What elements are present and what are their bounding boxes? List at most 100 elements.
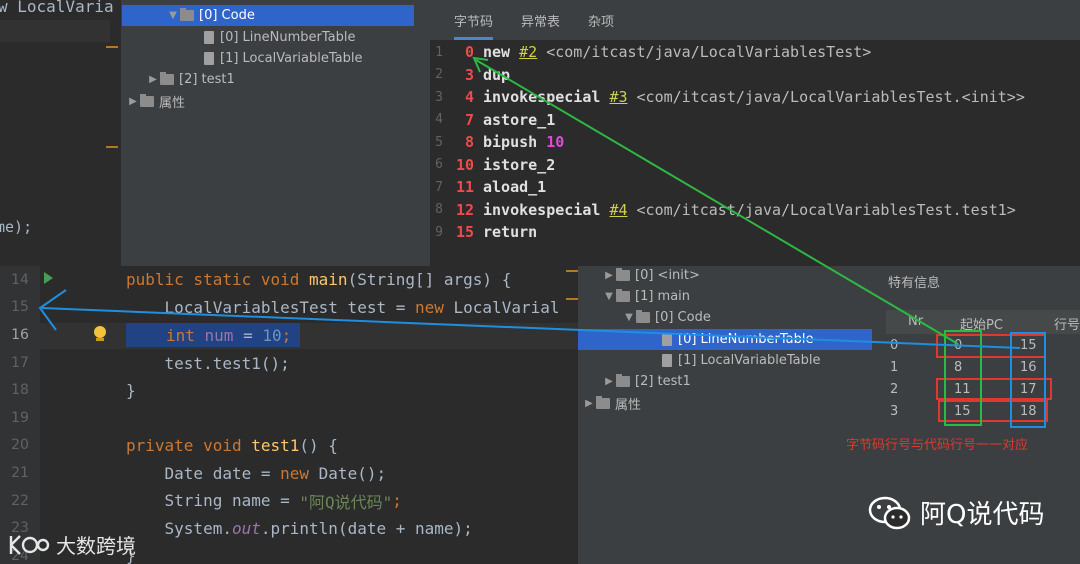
chevron-right-icon[interactable]: ▶ (146, 74, 160, 85)
bytecode-opcode: astore_1 (483, 110, 556, 129)
tree-item-init[interactable]: ▶ [0] <init> (602, 265, 700, 285)
bytecode-line-number: 9 (435, 224, 443, 240)
code-line-21: Date date = new Date(); (126, 464, 387, 484)
chevron-down-icon[interactable]: ▼ (166, 10, 180, 21)
tree-item-label: [2] test1 (635, 373, 691, 389)
table-cell-nr: 0 (890, 338, 899, 353)
current-line-highlight (0, 20, 110, 42)
bytecode-line: 4 7 astore_1 (430, 109, 555, 131)
tree-item-line-number-table[interactable]: [0] LineNumberTable (578, 329, 872, 350)
bytecode-line: 7 11 aload_1 (430, 176, 546, 198)
bytecode-pc: 3 (464, 65, 474, 84)
column-header-line[interactable]: 行号 (1054, 314, 1080, 333)
bytecode-line-number: 1 (435, 44, 443, 60)
bytecode-opcode: return (483, 223, 538, 241)
change-marker (566, 298, 578, 300)
file-icon (662, 333, 672, 346)
class-structure-tree-bottom: ▶ [0] <init> ▼ [1] main ▼ [0] Code [0] Line… (578, 266, 886, 564)
bytecode-tabs: 字节码 异常表 杂项 (430, 0, 1080, 40)
watermark-text: 大数跨境 (56, 534, 136, 558)
folder-icon (616, 373, 630, 387)
bytecode-line: 1 0 new #2 <com/itcast/java/LocalVariables… (430, 41, 871, 63)
tree-item-label: [0] Code (199, 8, 255, 23)
bytecode-pc: 8 (464, 133, 474, 151)
tab-bytecode[interactable]: 字节码 (454, 1, 494, 40)
bytecode-line-number: 8 (435, 202, 443, 217)
gutter-line-number: 18 (11, 382, 29, 399)
bytecode-opcode: aload_1 (483, 178, 547, 196)
code-editor[interactable]: 14 15 16 17 18 19 20 21 22 23 24 public static voi… (0, 266, 578, 564)
gutter-line-number: 21 (11, 464, 29, 481)
bytecode-opcode: invokespecial (483, 88, 601, 106)
panel-title: 特有信息 (888, 276, 941, 291)
wechat-icon (868, 496, 911, 529)
annotation-caption: 字节码行号与代码行号一一对应 (846, 438, 1029, 453)
editor-fragment-top: w LocalVaria me); (0, 0, 122, 266)
tree-item-label: [1] main (635, 288, 691, 304)
watermark-logo: 大数跨境 (8, 530, 136, 559)
code-fragment-line: me); (0, 218, 33, 236)
bytecode-comment: <com/itcast/java/LocalVariablesTest.<ini… (636, 88, 1025, 106)
lightbulb-icon[interactable] (94, 326, 106, 338)
gutter-line-number: 19 (11, 409, 29, 426)
chevron-down-icon[interactable]: ▼ (622, 312, 636, 323)
tree-item-local-variable-table[interactable]: [1] LocalVariableTable (662, 350, 821, 370)
bytecode-pc: 10 (455, 155, 474, 174)
bytecode-pc: 15 (455, 223, 474, 241)
tree-item-attributes[interactable]: ▶ 属性 (582, 393, 641, 413)
bytecode-pc: 7 (464, 110, 474, 129)
gutter-line-number: 20 (11, 437, 29, 454)
bytecode-line: 2 3 dup (430, 64, 510, 86)
folder-icon (616, 267, 630, 281)
tab-exception-table[interactable]: 异常表 (521, 1, 560, 40)
caret-line-highlight (40, 323, 578, 349)
chevron-right-icon[interactable]: ▶ (126, 96, 140, 107)
folder-icon (596, 395, 610, 409)
tree-item-test1[interactable]: ▶ [2] test1 (146, 69, 235, 89)
chevron-right-icon[interactable]: ▶ (602, 376, 616, 387)
change-marker (106, 46, 118, 48)
tree-item-line-number-table[interactable]: [0] LineNumberTable (204, 27, 355, 47)
column-header-nr[interactable]: Nr. (908, 314, 926, 329)
bytecode-comment: <com/itcast/java/LocalVariablesTest.test… (636, 200, 1016, 219)
tree-item-test1[interactable]: ▶ [2] test1 (602, 371, 691, 391)
bytecode-line-number: 6 (435, 157, 443, 172)
code-line-23: System. out .println(date + name); (126, 519, 473, 539)
bytecode-ref: #3 (609, 88, 628, 106)
tree-item-label: [2] test1 (179, 71, 235, 87)
chevron-down-icon[interactable]: ▼ (602, 291, 616, 302)
file-icon (204, 51, 214, 65)
folder-icon (180, 8, 194, 21)
run-icon[interactable] (44, 272, 53, 284)
chevron-right-icon[interactable]: ▶ (602, 270, 616, 281)
folder-icon (636, 309, 650, 323)
gutter-line-number: 14 (11, 271, 29, 288)
bytecode-line: 3 4 invokespecial #3 <com/itcast/java/Loca… (430, 86, 1025, 108)
bytecode-pc: 0 (464, 43, 474, 61)
change-marker (566, 270, 578, 272)
bytecode-pc: 12 (455, 200, 474, 219)
code-line-22: String name = "阿Q说代码"; (126, 491, 402, 512)
chevron-right-icon[interactable]: ▶ (582, 398, 596, 409)
tree-item-attributes[interactable]: ▶ 属性 (126, 91, 185, 111)
code-fragment-line: w LocalVaria (0, 0, 114, 16)
tree-item-code[interactable]: ▼ [0] Code (622, 307, 711, 327)
table-cell-nr: 1 (890, 360, 899, 375)
tree-item-label: [0] Code (655, 309, 711, 325)
tree-item-local-variable-table[interactable]: [1] LocalVariableTable (204, 48, 363, 68)
tab-misc[interactable]: 杂项 (588, 1, 614, 40)
bytecode-line: 9 15 return (430, 221, 537, 243)
bytecode-line-number: 2 (435, 67, 443, 82)
tree-item-label: [0] <init> (635, 267, 700, 283)
table-header: Nr. 起始PC 行号 (886, 310, 1080, 334)
bytecode-opcode: bipush (483, 133, 538, 151)
tree-item-label: [1] LocalVariableTable (220, 50, 363, 66)
tree-item-label: [0] LineNumberTable (220, 29, 356, 45)
annotation-box-green (944, 330, 982, 426)
gutter-line-number: 22 (11, 492, 29, 509)
tree-item-code[interactable]: ▼ [0] Code (122, 5, 414, 26)
bytecode-line-number: 7 (435, 179, 443, 195)
bytecode-opcode: dup (483, 65, 511, 84)
table-cell-nr: 2 (890, 382, 899, 397)
tree-item-main[interactable]: ▼ [1] main (602, 286, 690, 306)
